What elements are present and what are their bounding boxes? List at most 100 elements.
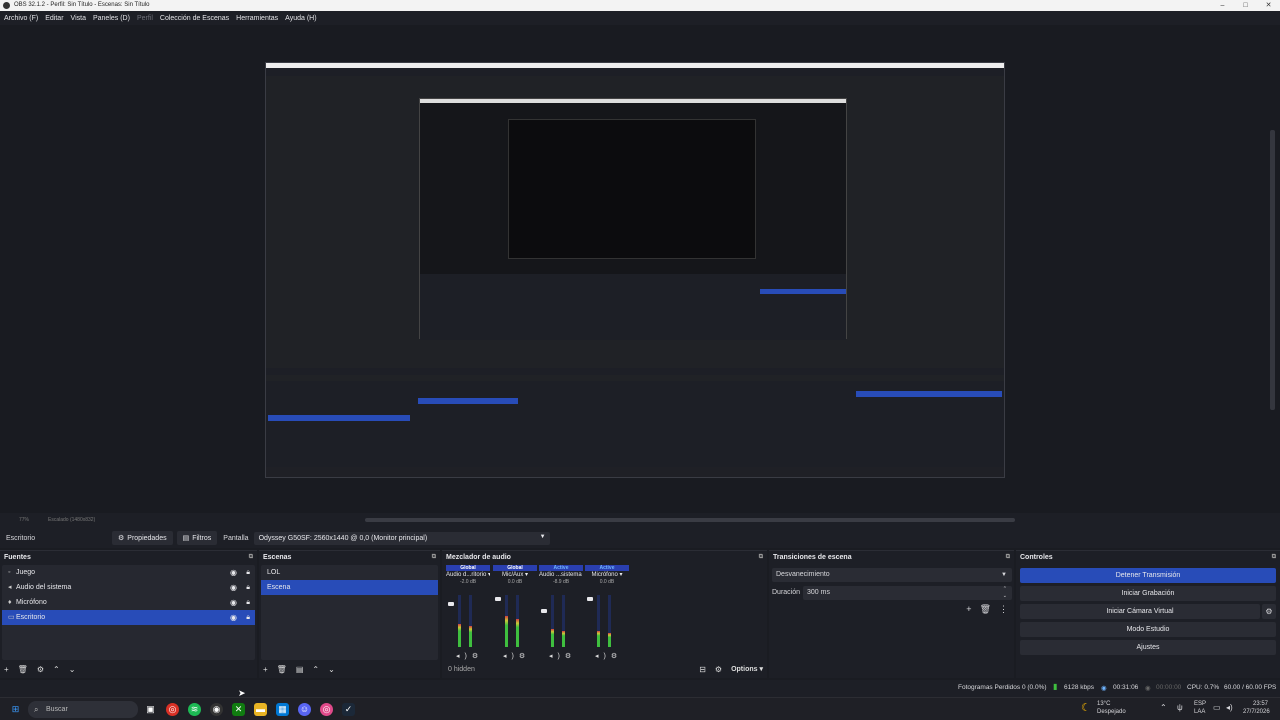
properties-button[interactable]: ⚙ Propiedades (112, 531, 173, 545)
undock-icon[interactable]: ⧉ (1006, 551, 1010, 564)
channel-settings-icon[interactable]: ⚙ (472, 653, 483, 660)
spotify-icon[interactable]: ≋ (188, 703, 201, 716)
scene-item-escena[interactable]: Escena (261, 580, 438, 595)
eye-icon[interactable]: ◉ (230, 580, 237, 595)
windows-start-icon[interactable]: ⊞ (9, 703, 22, 716)
remove-scene-icon[interactable]: 🗑︎ (277, 665, 287, 674)
move-down-icon[interactable]: ⌄ (328, 665, 335, 674)
usb-icon[interactable]: ψ (1177, 703, 1183, 712)
scene-item-lol[interactable]: LOL (261, 565, 438, 580)
source-settings-icon[interactable]: ⚙ (37, 665, 44, 674)
volume-fader[interactable] (541, 595, 547, 647)
weather-text[interactable]: Despejado (1097, 709, 1126, 715)
channel-name[interactable]: Mic/Aux ▾ (493, 571, 537, 579)
language-bottom[interactable]: LAA (1194, 709, 1205, 715)
xbox-icon[interactable]: ✕ (232, 703, 245, 716)
volume-fader[interactable] (495, 595, 501, 647)
store-icon[interactable]: ▦ (276, 703, 289, 716)
lock-icon[interactable]: 🔒︎ (246, 610, 250, 625)
undock-icon[interactable]: ⧉ (432, 551, 436, 564)
fader-knob[interactable] (587, 597, 593, 602)
mute-icon[interactable]: ◂) (456, 653, 472, 660)
lock-icon[interactable]: 🔒︎ (246, 565, 250, 580)
transition-select[interactable]: Desvanecimiento ▼ (772, 568, 1012, 582)
lock-icon[interactable]: 🔒︎ (246, 580, 250, 595)
volume-fader[interactable] (587, 595, 593, 647)
undock-icon[interactable]: ⧉ (249, 551, 253, 564)
source-item-microfono[interactable]: ♦ Micrófono ◉ 🔒︎ (2, 595, 255, 610)
filters-button[interactable]: ▤ Filtros (176, 531, 218, 545)
channel-name[interactable]: Audio d...ritorio ▾ (446, 571, 490, 579)
channel-settings-icon[interactable]: ⚙ (565, 653, 576, 660)
chevron-up-icon[interactable]: ⌃ (1160, 703, 1167, 712)
menu-ayuda[interactable]: Ayuda (H) (285, 15, 316, 22)
move-up-icon[interactable]: ⌃ (53, 665, 60, 674)
mixer-options-button[interactable]: Options ▾ (731, 665, 763, 673)
virtual-camera-button[interactable]: Iniciar Cámara Virtual (1020, 604, 1260, 619)
screen-select[interactable]: Odyssey G50SF: 2560x1440 @ 0,0 (Monitor … (253, 531, 550, 545)
spinner-icon[interactable]: ⌃ ⌄ (1003, 586, 1007, 600)
maximize-button[interactable]: □ (1234, 0, 1257, 11)
fader-knob[interactable] (495, 597, 501, 602)
clock-date[interactable]: 27/7/2026 (1243, 709, 1270, 715)
eye-icon[interactable]: ◉ (230, 610, 237, 625)
mute-icon[interactable]: ◂) (503, 653, 519, 660)
task-view-icon[interactable]: ▣ (144, 703, 157, 716)
remove-transition-icon[interactable]: 🗑︎ (980, 604, 991, 615)
move-down-icon[interactable]: ⌄ (69, 665, 76, 674)
discord-icon[interactable]: ☺ (298, 703, 311, 716)
minimize-button[interactable]: – (1211, 0, 1234, 11)
channel-settings-icon[interactable]: ⚙ (611, 653, 622, 660)
menu-editar[interactable]: Editar (45, 15, 63, 22)
hidden-count[interactable]: 0 hidden (448, 666, 475, 673)
scaling-mode[interactable]: Escalado (1480x832) (48, 517, 95, 523)
studio-mode-button[interactable]: Modo Estudio (1020, 622, 1276, 637)
fader-knob[interactable] (448, 602, 454, 607)
menu-archivo[interactable]: Archivo (F) (4, 15, 38, 22)
weather-temp[interactable]: 13°C (1097, 701, 1110, 707)
menu-vista[interactable]: Vista (71, 15, 86, 22)
menu-paneles[interactable]: Paneles (D) (93, 15, 130, 22)
scene-filter-icon[interactable]: ▤ (296, 665, 304, 674)
steam-icon[interactable]: ✓ (342, 703, 355, 716)
add-source-icon[interactable]: + (4, 665, 9, 674)
volume-icon[interactable]: ◂) (1226, 703, 1233, 712)
mute-icon[interactable]: ◂) (595, 653, 611, 660)
clock-time[interactable]: 23:57 (1253, 701, 1268, 707)
taskbar-search[interactable]: ⌕ Buscar (28, 701, 138, 718)
close-button[interactable]: ✕ (1257, 0, 1280, 11)
remove-source-icon[interactable]: 🗑︎ (18, 665, 28, 674)
duration-input[interactable]: 300 ms ⌃ ⌄ (803, 586, 1012, 600)
start-recording-button[interactable]: Iniciar Grabación (1020, 586, 1276, 601)
mixer-link-icon[interactable]: ⚙ (715, 665, 722, 674)
obs-taskbar-icon[interactable]: ◉ (210, 703, 223, 716)
preview-vertical-scrollbar[interactable] (1270, 130, 1275, 410)
virtual-camera-settings-icon[interactable]: ⚙ (1262, 604, 1276, 619)
lock-icon[interactable]: 🔒︎ (246, 595, 250, 610)
source-item-escritorio[interactable]: ▭Escritorio ◉ 🔒︎ (2, 610, 255, 625)
add-transition-icon[interactable]: + (966, 604, 971, 615)
mixer-layout-icon[interactable]: ⊟ (699, 665, 706, 674)
preview-horizontal-scrollbar[interactable] (365, 518, 1015, 522)
settings-button[interactable]: Ajustes (1020, 640, 1276, 655)
file-explorer-icon[interactable]: ▬ (254, 703, 267, 716)
chrome-icon[interactable]: ◎ (166, 703, 179, 716)
menu-coleccion-escenas[interactable]: Colección de Escenas (160, 15, 229, 22)
chrome-canary-icon[interactable]: ◎ (320, 703, 333, 716)
menu-herramientas[interactable]: Herramientas (236, 15, 278, 22)
fader-knob[interactable] (541, 609, 547, 614)
eye-icon[interactable]: ◉ (230, 595, 237, 610)
volume-fader[interactable] (448, 595, 454, 647)
channel-name[interactable]: Audio ...sistema ▾ (539, 571, 583, 579)
more-options-icon[interactable]: ⋮ (999, 604, 1008, 615)
stop-stream-button[interactable]: Detener Transmisión (1020, 568, 1276, 583)
zoom-level[interactable]: 77% (19, 517, 29, 523)
eye-icon[interactable]: ◉ (230, 565, 237, 580)
language-top[interactable]: ESP (1194, 701, 1206, 707)
undock-icon[interactable]: ⧉ (1272, 551, 1276, 564)
source-item-juego[interactable]: ◦ Juego ◉ 🔒︎ (2, 565, 255, 580)
network-icon[interactable]: ▭ (1213, 703, 1221, 712)
mute-icon[interactable]: ◂) (549, 653, 565, 660)
channel-settings-icon[interactable]: ⚙ (519, 653, 530, 660)
add-scene-icon[interactable]: + (263, 665, 268, 674)
